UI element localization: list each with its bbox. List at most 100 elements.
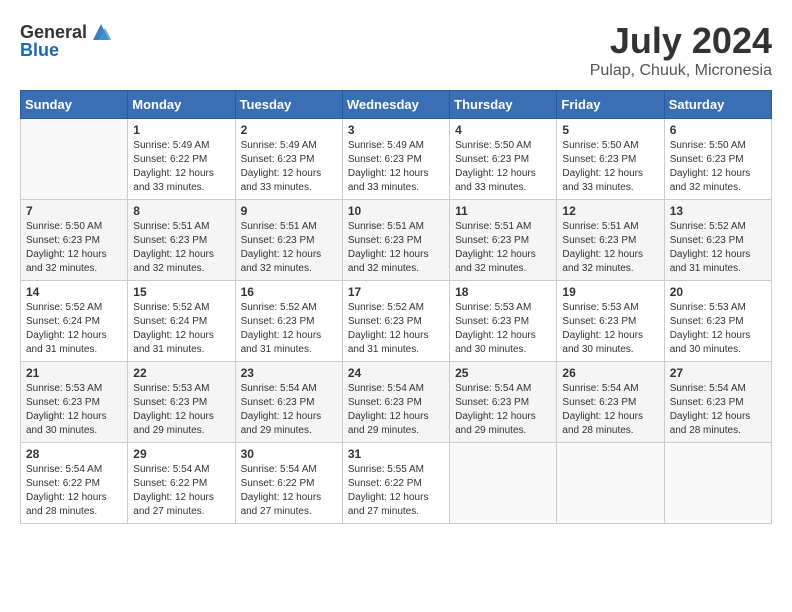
calendar-table: Sunday Monday Tuesday Wednesday Thursday… bbox=[20, 90, 772, 524]
table-row: 30 Sunrise: 5:54 AM Sunset: 6:22 PM Dayli… bbox=[235, 443, 342, 524]
day-number: 25 bbox=[455, 366, 551, 380]
header-sunday: Sunday bbox=[21, 91, 128, 119]
header-tuesday: Tuesday bbox=[235, 91, 342, 119]
header-thursday: Thursday bbox=[450, 91, 557, 119]
day-number: 5 bbox=[562, 123, 658, 137]
day-number: 1 bbox=[133, 123, 229, 137]
table-row: 15 Sunrise: 5:52 AM Sunset: 6:24 PM Dayli… bbox=[128, 281, 235, 362]
day-info: Sunrise: 5:50 AM Sunset: 6:23 PM Dayligh… bbox=[455, 139, 551, 195]
table-row: 28Sunrise: 5:54 AM Sunset: 6:22 PM Dayli… bbox=[21, 443, 128, 524]
day-info: Sunrise: 5:51 AM Sunset: 6:23 PM Dayligh… bbox=[562, 220, 658, 276]
day-number: 16 bbox=[241, 285, 337, 299]
day-number: 27 bbox=[670, 366, 766, 380]
day-number: 24 bbox=[348, 366, 444, 380]
day-info: Sunrise: 5:51 AM Sunset: 6:23 PM Dayligh… bbox=[133, 220, 229, 276]
table-row: 3 Sunrise: 5:49 AM Sunset: 6:23 PM Daylig… bbox=[342, 119, 449, 200]
day-info: Sunrise: 5:49 AM Sunset: 6:22 PM Dayligh… bbox=[133, 139, 229, 195]
table-row: 25Sunrise: 5:54 AM Sunset: 6:23 PM Dayli… bbox=[450, 362, 557, 443]
table-row bbox=[664, 443, 771, 524]
table-row: 9 Sunrise: 5:51 AM Sunset: 6:23 PM Daylig… bbox=[235, 200, 342, 281]
table-row: 19Sunrise: 5:53 AM Sunset: 6:23 PM Dayli… bbox=[557, 281, 664, 362]
day-number: 23 bbox=[241, 366, 337, 380]
day-info: Sunrise: 5:52 AM Sunset: 6:23 PM Dayligh… bbox=[241, 301, 337, 357]
day-info: Sunrise: 5:53 AM Sunset: 6:23 PM Dayligh… bbox=[26, 382, 122, 438]
calendar-week-row: 28 Sunrise: 5:54 AM Sunset: 6:22 PM Dayli… bbox=[21, 443, 772, 524]
calendar-header-row: Sunday Monday Tuesday Wednesday Thursday… bbox=[21, 91, 772, 119]
table-row bbox=[450, 443, 557, 524]
day-info: Sunrise: 5:49 AM Sunset: 6:23 PM Dayligh… bbox=[348, 139, 444, 195]
day-number: 14 bbox=[26, 285, 122, 299]
day-number: 28 bbox=[26, 447, 122, 461]
day-info: Sunrise: 5:52 AM Sunset: 6:23 PM Dayligh… bbox=[348, 301, 444, 357]
day-info: Sunrise: 5:52 AM Sunset: 6:23 PM Dayligh… bbox=[670, 220, 766, 276]
day-info: Sunrise: 5:51 AM Sunset: 6:23 PM Dayligh… bbox=[241, 220, 337, 276]
day-number: 22 bbox=[133, 366, 229, 380]
day-info: Sunrise: 5:53 AM Sunset: 6:23 PM Dayligh… bbox=[670, 301, 766, 357]
day-number: 19 bbox=[562, 285, 658, 299]
day-info: Sunrise: 5:55 AM Sunset: 6:22 PM Dayligh… bbox=[348, 463, 444, 519]
day-info: Sunrise: 5:54 AM Sunset: 6:22 PM Dayligh… bbox=[241, 463, 337, 519]
page-header: General Blue July 2024 Pulap, Chuuk, Mic… bbox=[20, 20, 772, 80]
calendar-week-row: 7 Sunrise: 5:50 AM Sunset: 6:23 PM Daylig… bbox=[21, 200, 772, 281]
day-info: Sunrise: 5:54 AM Sunset: 6:23 PM Dayligh… bbox=[670, 382, 766, 438]
day-info: Sunrise: 5:51 AM Sunset: 6:23 PM Dayligh… bbox=[455, 220, 551, 276]
calendar-week-row: 1 Sunrise: 5:49 AM Sunset: 6:22 PM Daylig… bbox=[21, 119, 772, 200]
day-info: Sunrise: 5:50 AM Sunset: 6:23 PM Dayligh… bbox=[670, 139, 766, 195]
day-number: 7 bbox=[26, 204, 122, 218]
table-row: 23 Sunrise: 5:54 AM Sunset: 6:23 PM Dayli… bbox=[235, 362, 342, 443]
day-number: 17 bbox=[348, 285, 444, 299]
table-row: 29 Sunrise: 5:54 AM Sunset: 6:22 PM Dayli… bbox=[128, 443, 235, 524]
day-number: 8 bbox=[133, 204, 229, 218]
table-row: 2Sunrise: 5:49 AM Sunset: 6:23 PM Daylig… bbox=[235, 119, 342, 200]
table-row: 17 Sunrise: 5:52 AM Sunset: 6:23 PM Dayli… bbox=[342, 281, 449, 362]
header-saturday: Saturday bbox=[664, 91, 771, 119]
day-info: Sunrise: 5:52 AM Sunset: 6:24 PM Dayligh… bbox=[133, 301, 229, 357]
table-row: 8 Sunrise: 5:51 AM Sunset: 6:23 PM Daylig… bbox=[128, 200, 235, 281]
day-number: 12 bbox=[562, 204, 658, 218]
table-row bbox=[557, 443, 664, 524]
logo-icon bbox=[89, 20, 113, 44]
table-row: 10 Sunrise: 5:51 AM Sunset: 6:23 PM Dayli… bbox=[342, 200, 449, 281]
table-row: 12 Sunrise: 5:51 AM Sunset: 6:23 PM Dayli… bbox=[557, 200, 664, 281]
day-info: Sunrise: 5:50 AM Sunset: 6:23 PM Dayligh… bbox=[26, 220, 122, 276]
table-row: 5Sunrise: 5:50 AM Sunset: 6:23 PM Daylig… bbox=[557, 119, 664, 200]
day-number: 6 bbox=[670, 123, 766, 137]
logo: General Blue bbox=[20, 20, 113, 61]
day-info: Sunrise: 5:51 AM Sunset: 6:23 PM Dayligh… bbox=[348, 220, 444, 276]
day-info: Sunrise: 5:53 AM Sunset: 6:23 PM Dayligh… bbox=[133, 382, 229, 438]
location-subtitle: Pulap, Chuuk, Micronesia bbox=[590, 62, 772, 80]
day-number: 31 bbox=[348, 447, 444, 461]
table-row: 22 Sunrise: 5:53 AM Sunset: 6:23 PM Dayli… bbox=[128, 362, 235, 443]
day-number: 3 bbox=[348, 123, 444, 137]
day-number: 4 bbox=[455, 123, 551, 137]
table-row: 27 Sunrise: 5:54 AM Sunset: 6:23 PM Dayli… bbox=[664, 362, 771, 443]
day-info: Sunrise: 5:54 AM Sunset: 6:22 PM Dayligh… bbox=[133, 463, 229, 519]
day-info: Sunrise: 5:49 AM Sunset: 6:23 PM Dayligh… bbox=[241, 139, 337, 195]
day-number: 21 bbox=[26, 366, 122, 380]
month-year-title: July 2024 bbox=[590, 20, 772, 62]
logo-blue: Blue bbox=[20, 40, 59, 61]
day-number: 15 bbox=[133, 285, 229, 299]
day-number: 9 bbox=[241, 204, 337, 218]
day-info: Sunrise: 5:52 AM Sunset: 6:24 PM Dayligh… bbox=[26, 301, 122, 357]
day-number: 20 bbox=[670, 285, 766, 299]
table-row: 11Sunrise: 5:51 AM Sunset: 6:23 PM Dayli… bbox=[450, 200, 557, 281]
day-number: 30 bbox=[241, 447, 337, 461]
day-number: 29 bbox=[133, 447, 229, 461]
table-row bbox=[21, 119, 128, 200]
day-number: 18 bbox=[455, 285, 551, 299]
table-row: 26 Sunrise: 5:54 AM Sunset: 6:23 PM Dayli… bbox=[557, 362, 664, 443]
day-info: Sunrise: 5:54 AM Sunset: 6:23 PM Dayligh… bbox=[562, 382, 658, 438]
table-row: 16 Sunrise: 5:52 AM Sunset: 6:23 PM Dayli… bbox=[235, 281, 342, 362]
table-row: 1 Sunrise: 5:49 AM Sunset: 6:22 PM Daylig… bbox=[128, 119, 235, 200]
day-number: 10 bbox=[348, 204, 444, 218]
table-row: 13Sunrise: 5:52 AM Sunset: 6:23 PM Dayli… bbox=[664, 200, 771, 281]
day-number: 26 bbox=[562, 366, 658, 380]
header-wednesday: Wednesday bbox=[342, 91, 449, 119]
table-row: 6 Sunrise: 5:50 AM Sunset: 6:23 PM Daylig… bbox=[664, 119, 771, 200]
calendar-week-row: 14 Sunrise: 5:52 AM Sunset: 6:24 PM Dayli… bbox=[21, 281, 772, 362]
table-row: 4 Sunrise: 5:50 AM Sunset: 6:23 PM Daylig… bbox=[450, 119, 557, 200]
day-info: Sunrise: 5:54 AM Sunset: 6:23 PM Dayligh… bbox=[241, 382, 337, 438]
table-row: 20 Sunrise: 5:53 AM Sunset: 6:23 PM Dayli… bbox=[664, 281, 771, 362]
table-row: 14 Sunrise: 5:52 AM Sunset: 6:24 PM Dayli… bbox=[21, 281, 128, 362]
